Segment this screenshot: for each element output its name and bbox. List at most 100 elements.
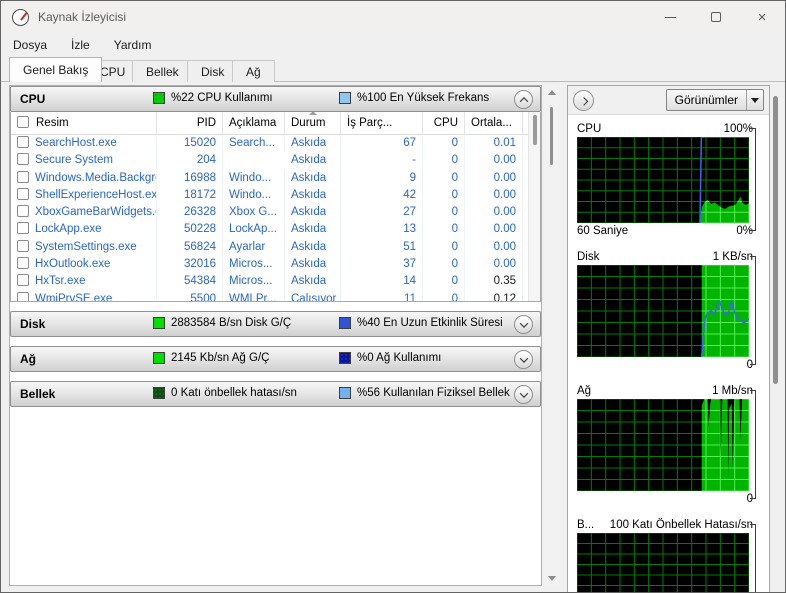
maximize-button[interactable] bbox=[693, 1, 739, 33]
disk-section-header[interactable]: Disk 2883584 B/sn Disk G/Ç %40 En Uzun E… bbox=[10, 311, 541, 337]
scale-bracket bbox=[750, 256, 756, 365]
network-graph-block: Ağ 1 Mb/sn 0 bbox=[577, 382, 756, 507]
description-cell: Micros... bbox=[223, 256, 285, 274]
table-row[interactable]: HxTsr.exe 54384 Micros... Askıda 14 0 0.… bbox=[11, 273, 540, 291]
scroll-down-button[interactable] bbox=[544, 571, 559, 586]
menu-help[interactable]: Yardım bbox=[114, 38, 152, 52]
threads-cell: 67 bbox=[341, 135, 423, 153]
column-average-cpu[interactable]: Ortala... bbox=[465, 112, 523, 135]
process-table: Resim PID Açıklama Durum İş Parç... CPU … bbox=[10, 112, 541, 302]
tab-network[interactable]: Ağ bbox=[232, 60, 275, 82]
tab-disk[interactable]: Disk bbox=[187, 60, 239, 82]
tab-overview[interactable]: Genel Bakış bbox=[9, 57, 103, 82]
tab-memory[interactable]: Bellek bbox=[132, 60, 193, 82]
cpu-graph-block: CPU 100% 60 Saniye 0% bbox=[577, 120, 756, 239]
views-button[interactable]: Görünümler bbox=[665, 89, 764, 111]
views-dropdown-arrow[interactable] bbox=[746, 90, 763, 110]
table-row[interactable]: SearchHost.exe 15020 Search... Askıda 67… bbox=[11, 135, 540, 153]
description-cell: WMI Pr... bbox=[223, 290, 285, 301]
description-cell: LockAp... bbox=[223, 221, 285, 239]
process-name-cell: Windows.Media.Backgroun... bbox=[11, 169, 157, 187]
table-row[interactable]: ShellExperienceHost.exe 18172 Windo... A… bbox=[11, 186, 540, 205]
column-threads[interactable]: İş Parç... bbox=[341, 112, 423, 135]
select-all-checkbox[interactable] bbox=[17, 116, 29, 128]
memory-expand-button[interactable] bbox=[514, 385, 533, 404]
process-checkbox[interactable] bbox=[17, 153, 29, 166]
overview-panel: CPU %22 CPU Kullanımı %100 En Yüksek Fre… bbox=[9, 85, 542, 586]
table-row[interactable]: Secure System 204 Askıda - 0 0.00 bbox=[11, 152, 540, 170]
table-row[interactable]: XboxGameBarWidgets.exe 26328 Xbox G... A… bbox=[11, 204, 540, 222]
cpu-cell: 0 bbox=[423, 273, 465, 291]
column-cpu[interactable]: CPU bbox=[423, 112, 465, 135]
process-table-scrollbar-thumb[interactable] bbox=[533, 115, 537, 145]
minimize-button[interactable] bbox=[647, 1, 693, 33]
cpu-cell: 0 bbox=[423, 186, 465, 205]
table-row[interactable]: LockApp.exe 50228 LockAp... Askıda 13 0 … bbox=[11, 221, 540, 239]
process-table-scrollbar[interactable] bbox=[528, 112, 540, 301]
process-rows: SearchHost.exe 15020 Search... Askıda 67… bbox=[11, 135, 540, 301]
process-checkbox[interactable] bbox=[17, 170, 29, 183]
process-checkbox[interactable] bbox=[17, 205, 29, 218]
column-pid[interactable]: PID bbox=[157, 112, 223, 135]
cpu-graph-scale: 100% bbox=[723, 122, 753, 135]
status-cell: Askıda bbox=[285, 135, 341, 153]
menu-monitor[interactable]: İzle bbox=[71, 38, 90, 52]
process-checkbox[interactable] bbox=[17, 187, 29, 200]
network-section-header[interactable]: Ağ 2145 Kb/sn Ağ G/Ç %0 Ağ Kullanımı bbox=[10, 346, 541, 372]
disk-graph-block: Disk 1 KB/sn 0 bbox=[577, 248, 756, 373]
graphs-toolbar: Görünümler bbox=[568, 86, 769, 115]
process-checkbox[interactable] bbox=[17, 136, 29, 148]
overview-scrollbar[interactable] bbox=[544, 85, 559, 586]
cpu-frequency-stat: %100 En Yüksek Frekans bbox=[357, 92, 490, 104]
arrow-down-icon bbox=[547, 576, 556, 581]
views-button-label: Görünümler bbox=[674, 93, 738, 107]
disk-io-indicator bbox=[153, 317, 165, 329]
cpu-collapse-button[interactable] bbox=[514, 90, 533, 109]
menu-file[interactable]: Dosya bbox=[13, 38, 47, 52]
overview-scrollbar-thumb[interactable] bbox=[550, 107, 553, 165]
disk-activity-stat: %40 En Uzun Etkinlik Süresi bbox=[357, 317, 503, 329]
table-row[interactable]: SystemSettings.exe 56824 Ayarlar Askıda … bbox=[11, 238, 540, 257]
cpu-section-header[interactable]: CPU %22 CPU Kullanımı %100 En Yüksek Fre… bbox=[10, 86, 541, 112]
status-cell: Çalışıyor bbox=[285, 290, 341, 301]
description-cell: Xbox G... bbox=[223, 204, 285, 222]
average-cpu-cell: 0.00 bbox=[465, 186, 523, 205]
network-usage-stat: %0 Ağ Kullanımı bbox=[357, 352, 442, 364]
network-io-indicator bbox=[153, 352, 165, 364]
table-row[interactable]: WmiPrvSE.exe 5500 WMI Pr... Çalışıyor 11… bbox=[11, 290, 540, 301]
column-description[interactable]: Açıklama bbox=[223, 112, 285, 135]
threads-cell: 27 bbox=[341, 204, 423, 222]
threads-cell: 14 bbox=[341, 273, 423, 291]
pid-cell: 26328 bbox=[157, 204, 223, 222]
expand-panel-button[interactable] bbox=[573, 89, 594, 111]
average-cpu-cell: 0.00 bbox=[465, 169, 523, 187]
network-expand-button[interactable] bbox=[514, 350, 533, 369]
process-checkbox[interactable] bbox=[17, 291, 29, 301]
status-cell: Askıda bbox=[285, 186, 341, 205]
column-image[interactable]: Resim bbox=[11, 112, 157, 135]
chevron-down-icon bbox=[519, 388, 528, 398]
process-checkbox[interactable] bbox=[17, 274, 29, 287]
process-table-header: Resim PID Açıklama Durum İş Parç... CPU … bbox=[11, 112, 540, 135]
process-checkbox[interactable] bbox=[17, 257, 29, 270]
status-cell: Askıda bbox=[285, 169, 341, 187]
cpu-graph bbox=[577, 137, 749, 223]
process-checkbox[interactable] bbox=[17, 239, 29, 252]
process-name-cell: Secure System bbox=[11, 152, 157, 170]
scale-bracket bbox=[750, 128, 756, 231]
process-checkbox[interactable] bbox=[17, 222, 29, 235]
disk-expand-button[interactable] bbox=[514, 315, 533, 334]
sort-ascending-icon bbox=[308, 112, 317, 115]
panel-scrollbar-thumb[interactable] bbox=[773, 96, 778, 384]
memory-graph-scale: 100 Katı Önbellek Hatası/sn bbox=[609, 518, 753, 531]
threads-cell: 11 bbox=[341, 290, 423, 301]
close-button[interactable]: × bbox=[739, 1, 785, 33]
dropdown-arrow-icon bbox=[751, 97, 759, 103]
memory-section-header[interactable]: Bellek 0 Katı önbellek hatası/sn %56 Kul… bbox=[10, 381, 541, 407]
scroll-up-button[interactable] bbox=[544, 85, 559, 100]
column-status[interactable]: Durum bbox=[285, 112, 341, 135]
scale-bracket bbox=[750, 390, 756, 499]
table-row[interactable]: Windows.Media.Backgroun... 16988 Windo..… bbox=[11, 169, 540, 187]
memory-graph bbox=[577, 533, 749, 592]
table-row[interactable]: HxOutlook.exe 32016 Micros... Askıda 37 … bbox=[11, 256, 540, 274]
